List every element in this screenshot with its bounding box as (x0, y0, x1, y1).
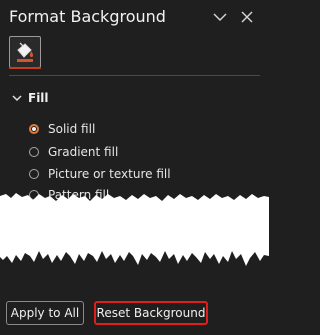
tab-fill[interactable] (9, 36, 41, 68)
close-pane-button[interactable] (238, 8, 256, 26)
radio-button[interactable] (29, 147, 39, 157)
reset-background-button[interactable]: Reset Background (94, 301, 208, 325)
pane-title: Format Background (9, 7, 166, 26)
torn-edge-cutout (0, 193, 269, 266)
radio-button-selected[interactable] (29, 124, 39, 134)
solid-fill-option[interactable]: Solid fill (29, 122, 95, 136)
selected-tab-indicator (9, 67, 41, 69)
option-label: Gradient fill (48, 145, 119, 159)
option-label: Solid fill (48, 122, 96, 136)
divider (9, 75, 260, 76)
chevron-down-icon (213, 13, 227, 21)
gradient-fill-option[interactable]: Gradient fill (29, 145, 118, 159)
option-label: Picture or texture fill (48, 167, 171, 181)
radio-button[interactable] (29, 169, 39, 179)
fill-section-header[interactable]: Fill (12, 91, 49, 105)
paint-bucket-icon (17, 42, 34, 62)
chevron-down-icon (12, 95, 22, 102)
fill-section-label: Fill (28, 91, 49, 105)
apply-to-all-button[interactable]: Apply to All (6, 301, 84, 325)
close-icon (241, 11, 253, 23)
collapse-pane-button[interactable] (211, 8, 229, 26)
picture-or-texture-fill-option[interactable]: Picture or texture fill (29, 167, 171, 181)
